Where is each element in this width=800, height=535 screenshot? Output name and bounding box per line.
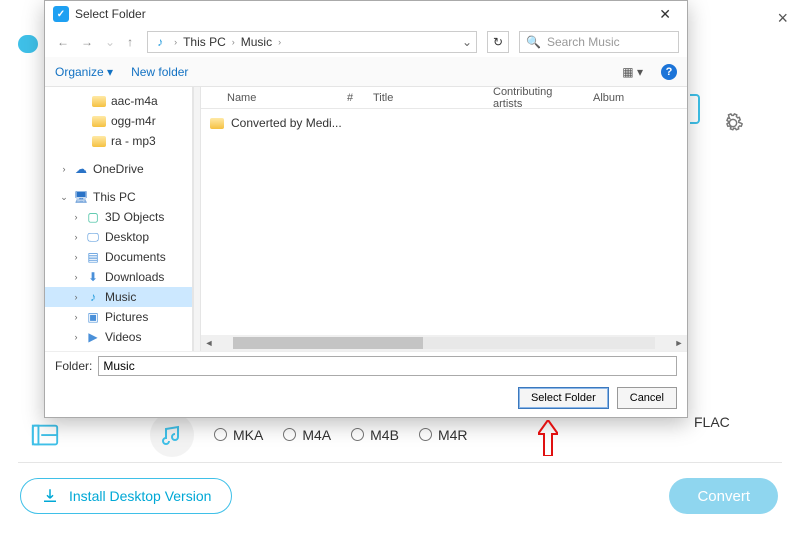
scroll-thumb[interactable] [233,337,423,349]
list-item[interactable]: Converted by Medi... [209,113,679,133]
flac-label: FLAC [694,414,730,430]
col-num[interactable]: # [339,92,365,104]
settings-gear-icon[interactable] [722,112,744,134]
nav-row: ← → ⌄ ↑ ♪ › This PC › Music › ⌄ ↻ 🔍 Sear… [45,27,687,57]
radio-m4a[interactable]: M4A [283,427,331,443]
scroll-left-icon[interactable]: ◄ [201,335,217,351]
convert-button[interactable]: Convert [669,478,778,514]
dialog-app-icon: ✓ [53,6,69,22]
tree-item-aac-m4a[interactable]: aac-m4a [45,91,192,111]
breadcrumb[interactable]: ♪ › This PC › Music › ⌄ [147,31,477,53]
folder-icon [210,118,224,129]
splitter[interactable] [193,87,201,351]
folder-name-row: Folder: [45,351,687,379]
tree-item-documents[interactable]: ›▤Documents [45,247,192,267]
dialog-titlebar: ✓ Select Folder ✕ [45,1,687,27]
app-close-icon[interactable]: × [777,8,788,29]
tree-item-downloads[interactable]: ›⬇Downloads [45,267,192,287]
divider [18,462,782,463]
folder-tree[interactable]: aac-m4aogg-m4rra - mp3 ›☁OneDrive ⌄🖥This P… [45,87,193,351]
tree-item-3d-objects[interactable]: ›▢3D Objects [45,207,192,227]
cancel-button[interactable]: Cancel [617,387,677,409]
tree-item-ogg-m4r[interactable]: ogg-m4r [45,111,192,131]
music-folder-icon: ♪ [152,34,168,50]
tree-item-music[interactable]: ›♪Music [45,287,192,307]
radio-mka[interactable]: MKA [214,427,263,443]
tree-item-ra-mp3[interactable]: ra - mp3 [45,131,192,151]
search-input[interactable]: 🔍 Search Music [519,31,679,53]
nav-forward-button[interactable]: → [77,35,97,49]
dialog-title: Select Folder [75,7,146,21]
install-desktop-button[interactable]: Install Desktop Version [20,478,232,514]
col-artists[interactable]: Contributing artists [485,86,585,110]
folder-name-label: Folder: [55,359,92,373]
list-header[interactable]: Name # Title Contributing artists Album [201,87,687,109]
radio-m4r[interactable]: M4R [419,427,468,443]
nav-recent-icon[interactable]: ⌄ [101,35,119,49]
tree-item-onedrive[interactable]: ›☁OneDrive [45,159,192,179]
scroll-right-icon[interactable]: ► [671,335,687,351]
tree-item-desktop[interactable]: ›🖵Desktop [45,227,192,247]
folder-name-input[interactable] [98,356,677,376]
col-title[interactable]: Title [365,92,485,104]
tree-item-videos[interactable]: ›▶Videos [45,327,192,347]
search-icon: 🔍 [526,35,541,49]
refresh-button[interactable]: ↻ [487,31,509,53]
dialog-toolbar: Organize ▾ New folder ▦ ▾ ? [45,57,687,87]
horizontal-scrollbar[interactable]: ◄ ► [201,335,687,351]
help-icon[interactable]: ? [661,64,677,80]
app-logo [18,35,38,53]
crumb-thispc[interactable]: This PC [183,35,226,49]
audio-format-icon[interactable] [150,413,194,457]
radio-m4b[interactable]: M4B [351,427,399,443]
organize-menu[interactable]: Organize ▾ [55,65,113,79]
file-list: Name # Title Contributing artists Album … [201,87,687,351]
view-mode-button[interactable]: ▦ ▾ [622,65,643,79]
breadcrumb-dropdown-icon[interactable]: ⌄ [462,35,472,49]
tree-item-this-pc[interactable]: ⌄🖥This PC [45,187,192,207]
crumb-music[interactable]: Music [241,35,272,49]
col-name[interactable]: Name [219,92,339,104]
nav-up-button[interactable]: ↑ [123,35,137,49]
select-folder-dialog: ✓ Select Folder ✕ ← → ⌄ ↑ ♪ › This PC › … [44,0,688,418]
new-folder-button[interactable]: New folder [131,65,188,79]
video-format-icon[interactable] [30,420,60,450]
tree-item-pictures[interactable]: ›▣Pictures [45,307,192,327]
dialog-close-icon[interactable]: ✕ [651,6,679,23]
app-accent-edge [690,94,700,124]
format-row: MKA M4A M4B M4R [30,412,790,457]
col-album[interactable]: Album [585,92,687,104]
download-icon [41,487,59,505]
select-folder-button[interactable]: Select Folder [518,387,609,409]
annotation-arrow-icon [538,420,558,456]
nav-back-button[interactable]: ← [53,35,73,49]
